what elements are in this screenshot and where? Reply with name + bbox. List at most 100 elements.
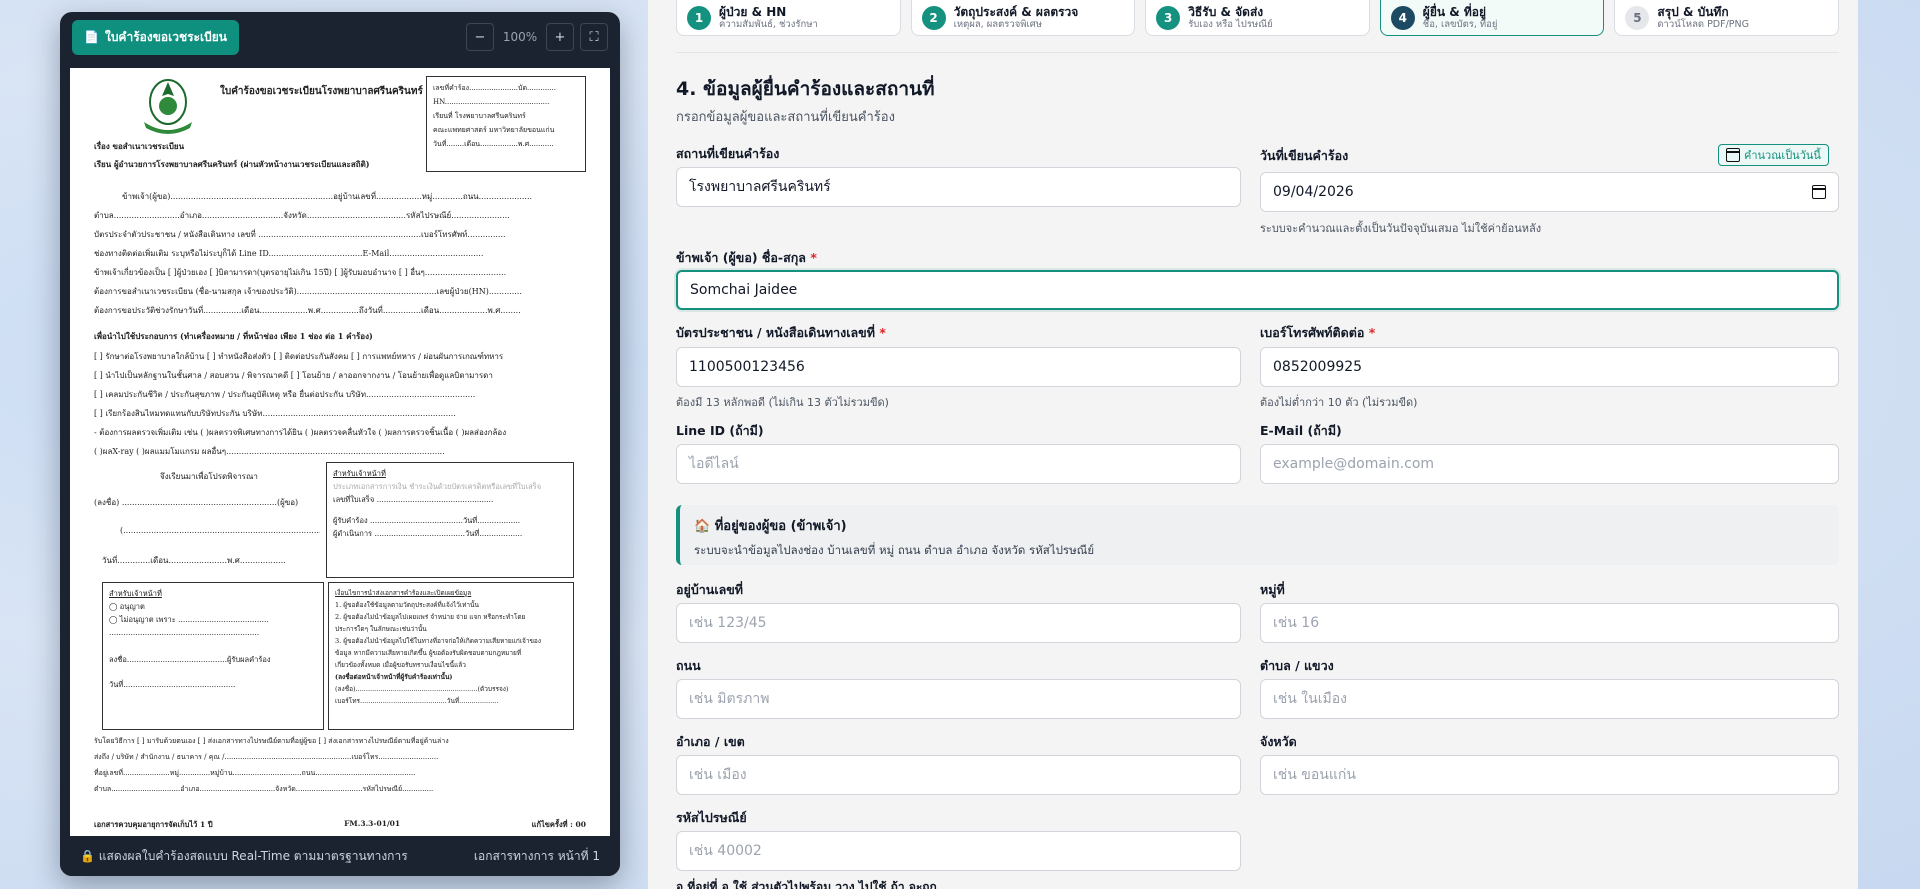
- province-input[interactable]: เช่น ขอนแก่น: [1260, 755, 1839, 795]
- approval-box: สำหรับเจ้าหน้าที่ ◯ อนุญาต ◯ ไม่อนุญาต เ…: [102, 582, 324, 730]
- paper-purpose: [ ] รักษาต่อโรงพยาบาลใกล้บ้าน [ ] ทำหนัง…: [94, 352, 504, 361]
- paper-sign-please: จึงเรียนมาเพื่อโปรดพิจารณา: [160, 472, 258, 481]
- fullscreen-button[interactable]: ⛶: [580, 23, 608, 51]
- officer-box-line: ผู้ดำเนินการ ...........................…: [333, 529, 523, 538]
- postcode-input[interactable]: เช่น 40002: [676, 831, 1241, 871]
- approval-box-line: สำหรับเจ้าหน้าที่: [109, 589, 162, 598]
- terms-line: เกี่ยวข้องทั้งหมด เมื่อผู้ขอรับทราบเงื่อ…: [335, 661, 466, 669]
- officer-box: สำหรับเจ้าหน้าที่ ประเภทเอกสารการเงิน ชำ…: [326, 462, 574, 578]
- line-input[interactable]: ไอดีไลน์: [676, 444, 1241, 484]
- paper-line: บัตรประจำตัวประชาชน / หนังสือเดินทาง เลข…: [94, 230, 506, 239]
- email-input[interactable]: example@domain.com: [1260, 444, 1839, 484]
- paper-purpose: [ ] นำไปเป็นหลักฐานในชั้นศาล / สอบสวน / …: [94, 371, 493, 380]
- step-title: ผู้ป่วย & HN: [719, 4, 787, 19]
- section-title: 4. ข้อมูลผู้ยื่นคำร้องและสถานที่: [676, 78, 935, 100]
- approval-box-line: ลงชื่อ..................................…: [109, 655, 271, 664]
- id-card-label: บัตรประชาชน / หนังสือเดินทางเลขที่ *: [676, 323, 886, 343]
- required-mark: *: [879, 325, 886, 340]
- paper-purpose: [ ] เคลมประกันชีวิต / ประกันสุขภาพ / ประ…: [94, 390, 476, 399]
- paper-footer-mid: FM.3.3-01/01: [344, 819, 401, 828]
- paper-line: ต้องการขอสำเนาเวชระเบียน (ชื่อ-นามสกุล เ…: [94, 287, 522, 296]
- phone-hint: ต้องไม่ต่ำกว่า 10 ตัว (ไม่รวมขีด): [1260, 396, 1418, 409]
- approval-box-line: ◯ ไม่อนุญาต เพราะ ......................…: [109, 615, 269, 624]
- road-label: ถนน: [676, 658, 701, 673]
- box-line: เลขที่คำร้อง......................บัด...…: [433, 84, 556, 92]
- terms-box: เงื่อนไขการนำส่งเอกสารคำร้องและเปิดเผยข้…: [328, 582, 574, 730]
- id-card-hint: ต้องมี 13 หลักพอดี (ไม่เกิน 13 ตัวไม่รวม…: [676, 396, 889, 409]
- moo-label: หมู่ที่: [1260, 582, 1285, 597]
- date-hint: ระบบจะคำนวณและตั้งเป็นวันปัจจุบันเสมอ ไม…: [1260, 222, 1542, 235]
- terms-line: 3. ผู้ขอต้องไม่นำข้อมูลไปใช้ในทางที่อาจก…: [335, 637, 542, 645]
- step-2[interactable]: 2 วัตถุประสงค์ & ผลตรวจ เหตุผล, ผลตรวจพิเ…: [910, 0, 1136, 36]
- name-label-text: ข้าพเจ้า (ผู้ขอ) ชื่อ-สกุล: [676, 250, 806, 265]
- terms-line: ประการใดๆ ในลักษณะเช่นว่านั้น: [335, 625, 427, 633]
- place-input[interactable]: โรงพยาบาลศรีนครินทร์: [676, 167, 1241, 207]
- house-no-label: อยู่บ้านเลขที่: [676, 582, 744, 597]
- preview-title-button[interactable]: 📄 ใบคำร้องขอเวชระเบียน: [72, 19, 239, 55]
- paper-line: ข้าพเจ้าเกี่ยวข้องเป็น [ ]ผู้ป่วยเอง [ ]…: [94, 268, 507, 277]
- required-mark: *: [1368, 325, 1376, 340]
- paper-sign-date: วันที่.............เดือน................…: [102, 556, 286, 565]
- terms-line: 2. ผู้ขอต้องไม่นำข้อมูลไปเผยแพร่ จำหน่าย…: [335, 613, 526, 621]
- tambon-input[interactable]: เช่น ในเมือง: [1260, 679, 1839, 719]
- wizard-steps: 1 ผู้ป่วย & HN ความสัมพันธ์, ช่วงรักษา 2 …: [676, 0, 1839, 36]
- officer-box-line: เลขที่ใบเสร็จ ..........................…: [333, 495, 494, 504]
- amphoe-input[interactable]: เช่น เมือง: [676, 755, 1241, 795]
- name-input[interactable]: Somchai Jaidee: [676, 270, 1839, 310]
- box-line: คณะแพทยศาสตร์ มหาวิทยาลัยขอนแก่น: [433, 126, 555, 134]
- id-card-input[interactable]: 1100500123456: [676, 347, 1241, 387]
- approval-box-line: ◯ อนุญาต: [109, 602, 145, 611]
- step-number: 2: [921, 5, 946, 30]
- zoom-controls: − 100% + ⛶: [466, 23, 608, 51]
- step-number: 4: [1390, 5, 1415, 30]
- step-number: 3: [1156, 5, 1181, 30]
- preview-title-label: ใบคำร้องขอเวชระเบียน: [104, 29, 227, 44]
- preview-footer: 🔒 แสดงผลใบคำร้องสดแบบ Real-Time ตามมาตรฐ…: [60, 836, 620, 876]
- calc-today-label: คำนวณเป็นวันนี้: [1744, 149, 1821, 162]
- terms-line: เบอร์โทร................................…: [335, 697, 499, 705]
- calendar-icon: [1726, 148, 1740, 162]
- house-no-input[interactable]: เช่น 123/45: [676, 603, 1241, 643]
- paper-subject: เรื่อง ขอสำเนาเวชระเบียน: [94, 141, 185, 151]
- name-label: ข้าพเจ้า (ผู้ขอ) ชื่อ-สกุล *: [676, 248, 817, 268]
- postcode-label: รหัสไปรษณีย์: [676, 810, 747, 825]
- paper-line: ต้องการขอประวัติช่วงรักษาวันที่.........…: [94, 306, 521, 315]
- calc-today-button[interactable]: คำนวณเป็นวันนี้: [1718, 144, 1829, 166]
- paper-purpose: - ต้องการผลตรวจเพิ่มเติม เช่น ( )ผลตรวจพ…: [94, 428, 507, 437]
- step-5[interactable]: 5 สรุป & บันทึก ดาวน์โหลด PDF/PNG: [1614, 0, 1839, 36]
- date-label: วันที่เขียนคำร้อง: [1260, 148, 1349, 163]
- paper-delivery-line: ที่อยู่เลขที่.....................หมู่..…: [94, 769, 416, 777]
- step-subtitle: ดาวน์โหลด PDF/PNG: [1657, 18, 1749, 30]
- step-title: ผู้ยื่น & ที่อยู่: [1422, 4, 1487, 19]
- zoom-level: 100%: [502, 30, 538, 44]
- paper-delivery-line: ตำบล...............................อำเภอ…: [94, 785, 434, 793]
- address-info-box: 🏠 ที่อยู่ของผู้ขอ (ข้าพเจ้า) ระบบจะนำข้อ…: [676, 505, 1839, 565]
- paper-line: ช่องทางติดต่อเพิ่มเติม ระบุหรือไม่ระบุก็…: [94, 249, 484, 258]
- paper-purpose: [ ] เรียกร้องสินไหมทดแทนกับบริษัทประกัน …: [94, 409, 456, 418]
- officer-box-line: ผู้รับคำร้อง ...........................…: [333, 516, 521, 525]
- road-input[interactable]: เช่น มิตรภาพ: [676, 679, 1241, 719]
- paper-title: ใบคำร้องขอเวชระเบียนโรงพยาบาลศรีนครินทร์: [220, 86, 423, 97]
- terms-line: (ลงชื่อต่อหน้าเจ้าหน้าที่ผู้รับคำร้องเท่…: [335, 673, 453, 681]
- terms-line: เงื่อนไขการนำส่งเอกสารคำร้องและเปิดเผยข้…: [335, 589, 472, 597]
- place-label: สถานที่เขียนคำร้อง: [676, 146, 780, 161]
- step-subtitle: ความสัมพันธ์, ช่วงรักษา: [719, 18, 818, 30]
- step-4[interactable]: 4 ผู้ยื่น & ที่อยู่ ชื่อ, เลขบัตร, ที่อยู…: [1379, 0, 1605, 36]
- paper-footer-left: เอกสารควบคุมอายุการจัดเก็บไว้ 1 ปี: [94, 820, 213, 829]
- required-mark: *: [810, 250, 817, 265]
- preview-footer-status: 🔒 แสดงผลใบคำร้องสดแบบ Real-Time ตามมาตรฐ…: [80, 848, 408, 863]
- date-picker-icon[interactable]: [1812, 185, 1826, 199]
- zoom-in-button[interactable]: +: [546, 23, 574, 51]
- id-card-label-text: บัตรประชาชน / หนังสือเดินทางเลขที่: [676, 325, 875, 340]
- paper-line: ข้าพเจ้า(ผู้ขอ).........................…: [122, 192, 533, 201]
- step-3[interactable]: 3 วิธีรับ & จัดส่ง รับเอง หรือ ไปรษณีย์: [1145, 0, 1370, 36]
- step-1[interactable]: 1 ผู้ป่วย & HN ความสัมพันธ์, ช่วงรักษา: [676, 0, 901, 36]
- moo-input[interactable]: เช่น 16: [1260, 603, 1839, 643]
- date-input[interactable]: 09/04/2026: [1260, 172, 1839, 212]
- phone-input[interactable]: 0852009925: [1260, 347, 1839, 387]
- paper-sign-line: (ลงชื่อ) ...............................…: [94, 498, 299, 507]
- terms-line: 1. ผู้ขอต้องใช้ข้อมูลตามวัตถุประสงค์ที่แ…: [335, 601, 479, 609]
- zoom-out-button[interactable]: −: [466, 23, 494, 51]
- terms-line: (ลงชื่อ)................................…: [335, 685, 509, 693]
- paper-delivery: รับโดยวิธีการ [ ] มารับด้วยตนเอง [ ] ส่ง…: [94, 737, 449, 745]
